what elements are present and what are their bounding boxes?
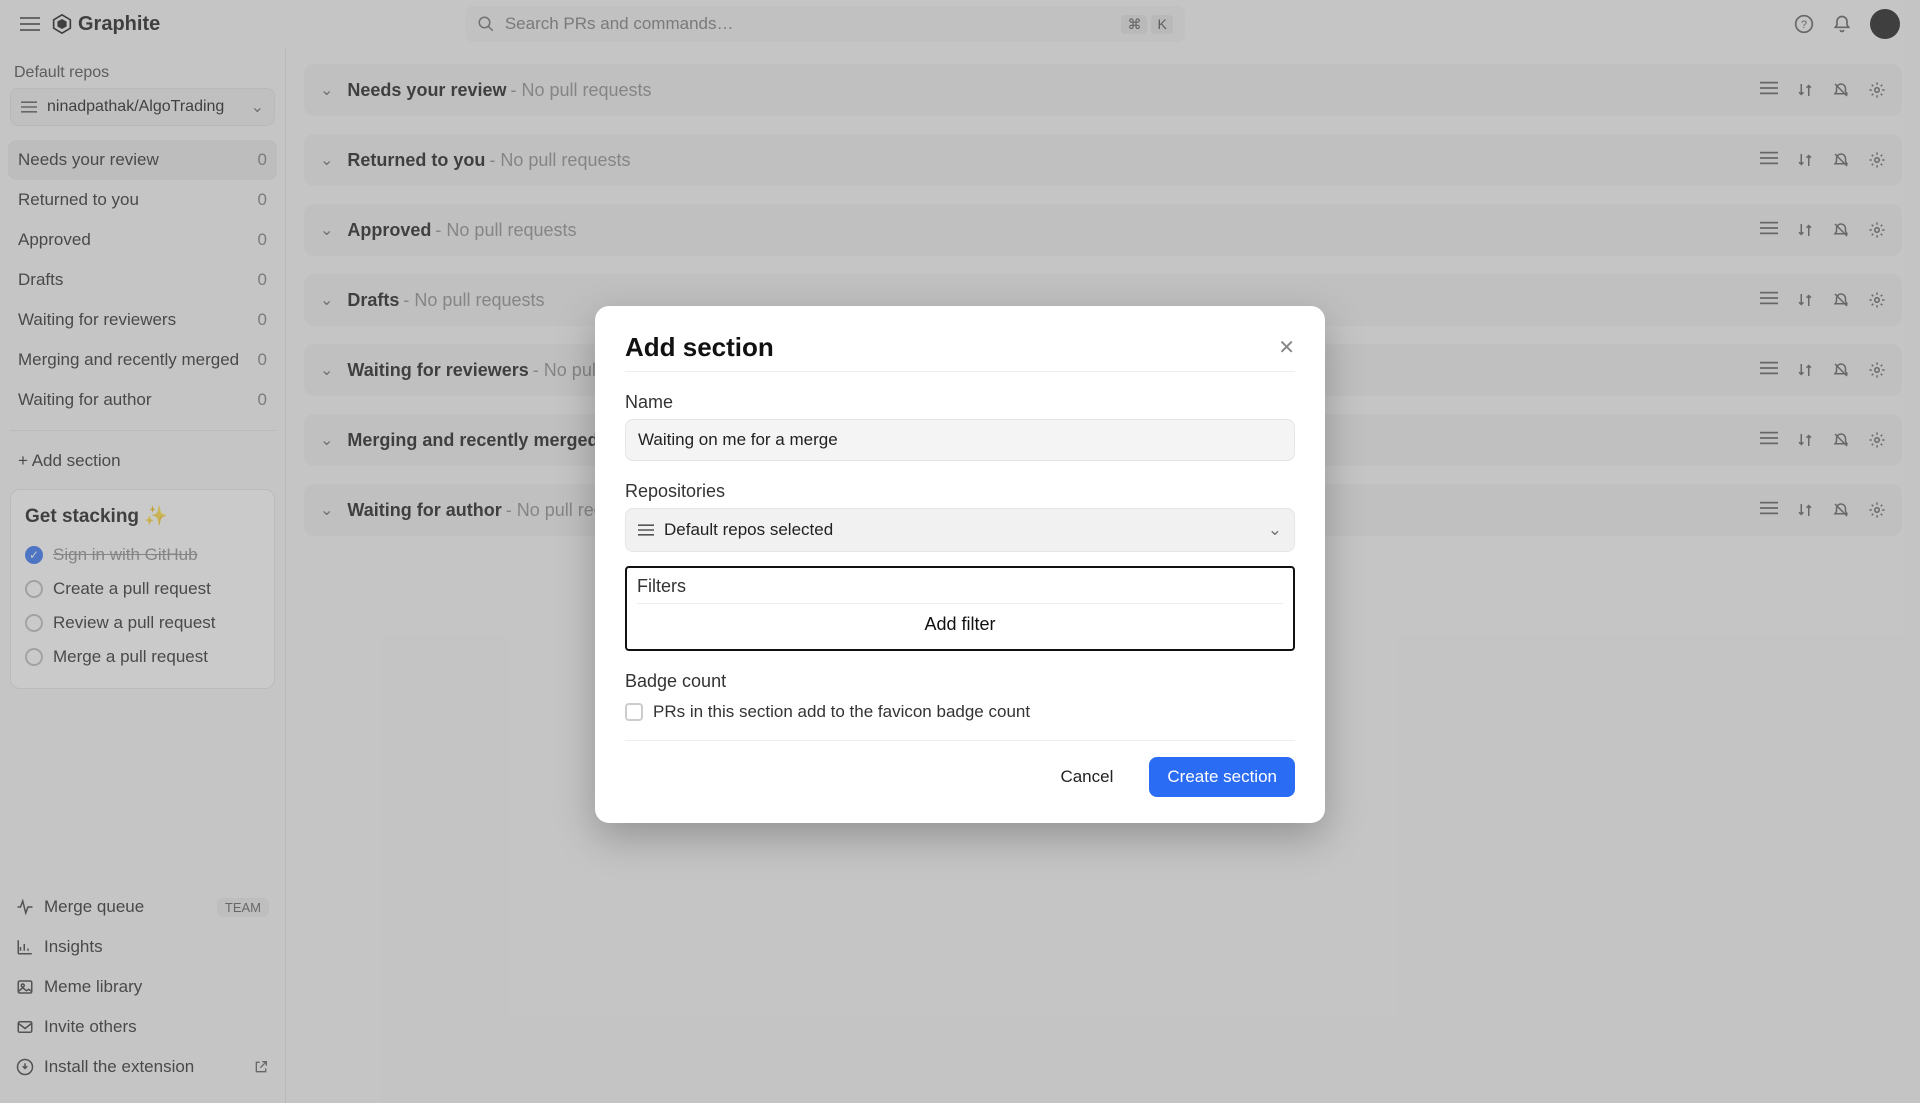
repos-label: Repositories bbox=[625, 481, 1295, 502]
modal-title: Add section bbox=[625, 332, 774, 363]
section-name-input[interactable] bbox=[625, 419, 1295, 461]
badge-checkbox-label: PRs in this section add to the favicon b… bbox=[653, 702, 1030, 722]
cancel-button[interactable]: Cancel bbox=[1042, 757, 1131, 797]
add-filter-button[interactable]: Add filter bbox=[637, 603, 1283, 637]
filters-box: Filters Add filter bbox=[625, 566, 1295, 651]
close-icon[interactable]: ✕ bbox=[1278, 335, 1295, 360]
name-label: Name bbox=[625, 392, 1295, 413]
add-section-modal: Add section ✕ Name Repositories Default … bbox=[595, 306, 1325, 823]
create-section-button[interactable]: Create section bbox=[1149, 757, 1295, 797]
badge-checkbox[interactable] bbox=[625, 703, 643, 721]
filters-label: Filters bbox=[637, 576, 1283, 597]
repos-select[interactable]: Default repos selected ⌄ bbox=[625, 508, 1295, 552]
badge-count-label: Badge count bbox=[625, 671, 1295, 692]
list-icon bbox=[638, 523, 654, 537]
chevron-down-icon: ⌄ bbox=[1268, 520, 1282, 540]
